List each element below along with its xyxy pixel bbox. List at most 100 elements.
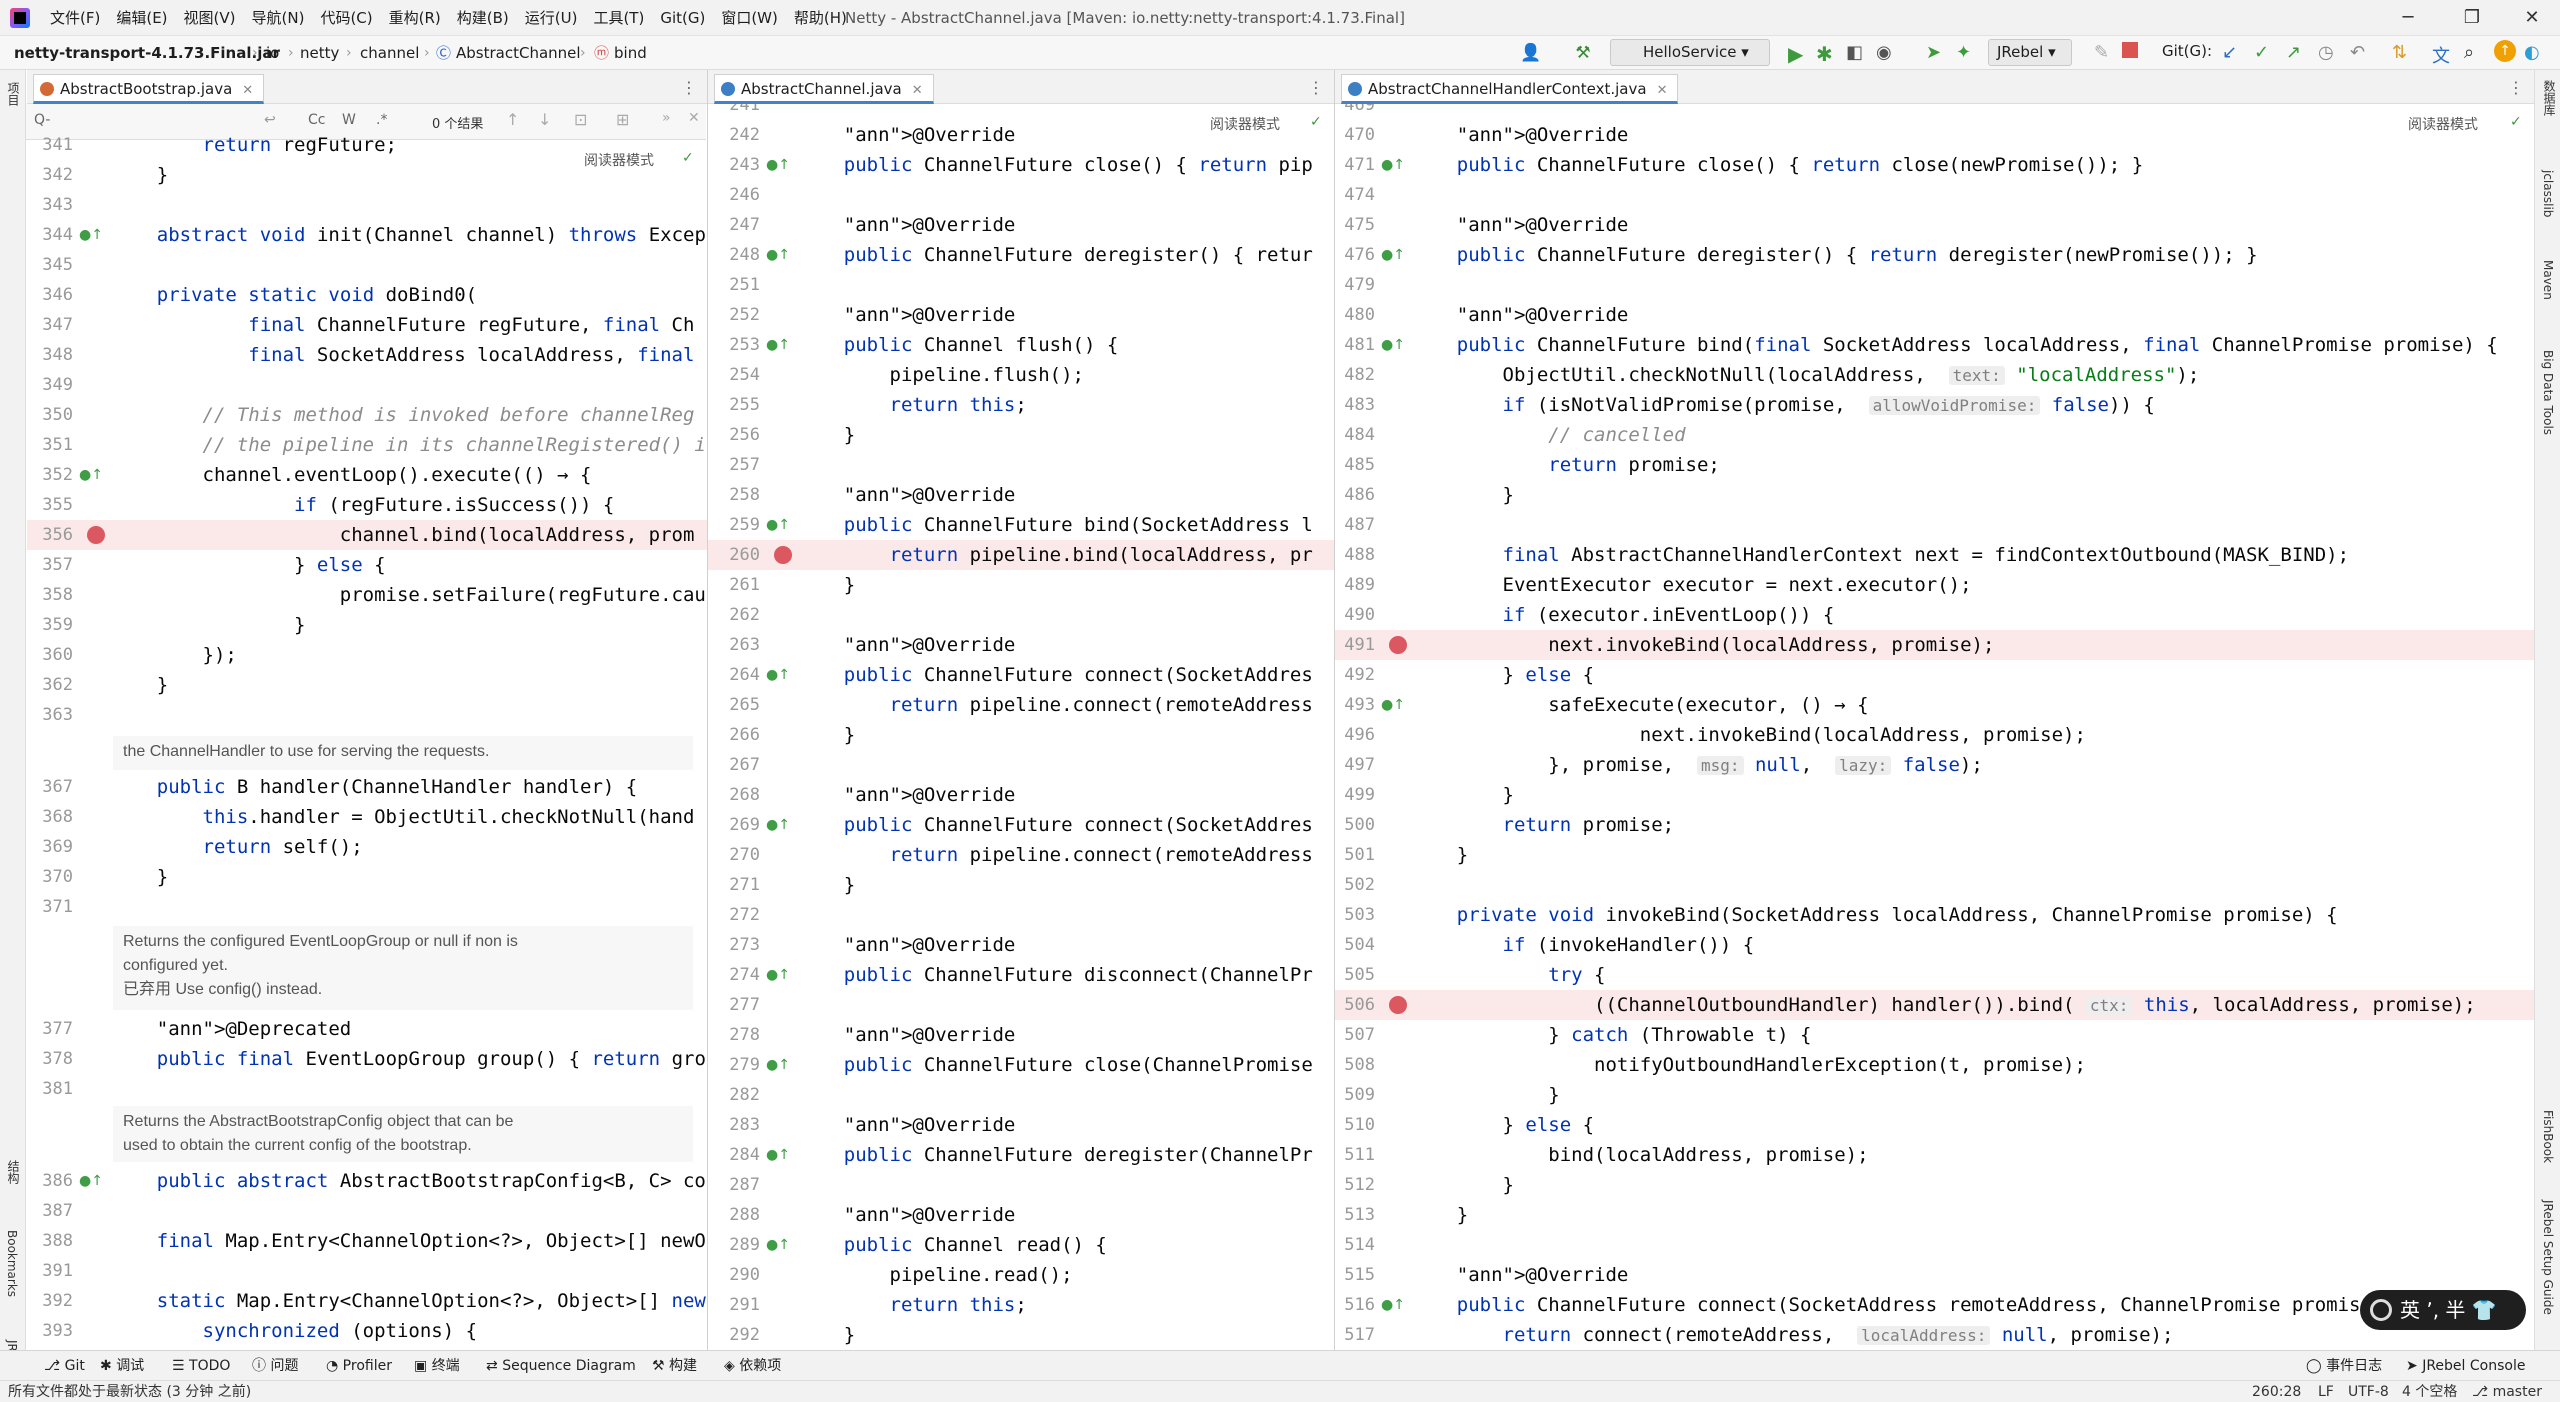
code-line[interactable]: 350 // This method is invoked before cha…	[27, 400, 707, 430]
code-line[interactable]: 342 }	[27, 160, 707, 190]
code-line[interactable]: 391	[27, 1256, 707, 1286]
more-icon[interactable]: ⋮	[2508, 78, 2524, 97]
breadcrumb-class[interactable]: AbstractChannel	[456, 36, 581, 70]
code-line[interactable]: 258 "ann">@Override	[708, 480, 1334, 510]
line-number[interactable]: 391	[27, 1256, 73, 1286]
line-number[interactable]: 274	[708, 960, 760, 990]
project-tool-button[interactable]: 项目	[5, 82, 22, 106]
line-number[interactable]: 282	[708, 1080, 760, 1110]
line-number[interactable]: 265	[708, 690, 760, 720]
code-line[interactable]: 251	[708, 270, 1334, 300]
line-number[interactable]: 516	[1335, 1290, 1375, 1320]
line-separator[interactable]: LF	[2318, 1381, 2334, 1402]
git-push-icon[interactable]: ↗	[2286, 42, 2301, 63]
line-number[interactable]: 246	[708, 180, 760, 210]
tab-abstract-channel[interactable]: AbstractChannel.java ✕	[714, 74, 934, 104]
code-line[interactable]: 490 if (executor.inEventLoop()) {	[1335, 600, 2534, 630]
code-line[interactable]: 482 ObjectUtil.checkNotNull(localAddress…	[1335, 360, 2534, 390]
code-line[interactable]: 292 }	[708, 1320, 1334, 1350]
minimize-icon[interactable]: ─	[2380, 0, 2436, 36]
code-line[interactable]: 496 next.invokeBind(localAddress, promis…	[1335, 720, 2534, 750]
code-line[interactable]: 283 "ann">@Override	[708, 1110, 1334, 1140]
code-line[interactable]: 388 final Map.Entry<ChannelOption<?>, Ob…	[27, 1226, 707, 1256]
breadcrumb-method[interactable]: bind	[614, 36, 647, 70]
line-number[interactable]: 348	[27, 340, 73, 370]
line-number[interactable]: 501	[1335, 840, 1375, 870]
menu-window[interactable]: 窗口(W)	[713, 0, 786, 36]
code-line[interactable]: 346 private static void doBind0(	[27, 280, 707, 310]
caret-position[interactable]: 260:28	[2252, 1381, 2301, 1402]
code-line[interactable]: 363	[27, 700, 707, 730]
line-number[interactable]: 490	[1335, 600, 1375, 630]
code-editor-middle[interactable]: 241 242 "ann">@Override 243 public Channel…	[708, 104, 1334, 1350]
line-number[interactable]: 514	[1335, 1230, 1375, 1260]
restore-icon[interactable]: ❐	[2444, 0, 2500, 36]
code-line[interactable]: 381	[27, 1074, 707, 1104]
code-line[interactable]: 501 }	[1335, 840, 2534, 870]
breakpoint-icon[interactable]	[1389, 996, 1407, 1014]
jrebel-debug-icon[interactable]: ✦	[1956, 42, 1971, 63]
code-line[interactable]: 367 public B handler(ChannelHandler hand…	[27, 772, 707, 802]
code-line[interactable]: 392 static Map.Entry<ChannelOption<?>, O…	[27, 1286, 707, 1316]
code-line[interactable]: 505 try {	[1335, 960, 2534, 990]
line-number[interactable]: 484	[1335, 420, 1375, 450]
line-number[interactable]: 368	[27, 802, 73, 832]
line-number[interactable]: 481	[1335, 330, 1375, 360]
line-number[interactable]: 272	[708, 900, 760, 930]
code-line[interactable]: 267	[708, 750, 1334, 780]
line-number[interactable]: 349	[27, 370, 73, 400]
code-line[interactable]: 252 "ann">@Override	[708, 300, 1334, 330]
menu-file[interactable]: 文件(F)	[42, 0, 108, 36]
close-window-icon[interactable]: ✕	[2504, 0, 2560, 36]
line-number[interactable]: 475	[1335, 210, 1375, 240]
code-line[interactable]: 265 return pipeline.connect(remoteAddres…	[708, 690, 1334, 720]
menu-refactor[interactable]: 重构(R)	[381, 0, 449, 36]
git-commit-icon[interactable]: ✓	[2254, 42, 2269, 63]
line-number[interactable]: 381	[27, 1074, 73, 1104]
line-number[interactable]: 243	[708, 150, 760, 180]
line-number[interactable]: 517	[1335, 1320, 1375, 1350]
jclasslib-tool-button[interactable]: jclasslib	[2541, 170, 2555, 217]
line-number[interactable]: 242	[708, 120, 760, 150]
override-icon[interactable]: ●↑	[79, 227, 103, 243]
line-number[interactable]: 377	[27, 1014, 73, 1044]
breakpoint-icon[interactable]	[87, 526, 105, 544]
code-line[interactable]: 348 final SocketAddress localAddress, fi…	[27, 340, 707, 370]
code-line[interactable]: 263 "ann">@Override	[708, 630, 1334, 660]
breakpoint-icon[interactable]	[774, 546, 792, 564]
line-number[interactable]: 346	[27, 280, 73, 310]
override-icon[interactable]: ●↑	[766, 247, 790, 263]
git-branch[interactable]: ⎇ master	[2472, 1381, 2542, 1402]
code-line[interactable]: 243 public ChannelFuture close() { retur…	[708, 150, 1334, 180]
line-number[interactable]: 486	[1335, 480, 1375, 510]
code-line[interactable]: 355 if (regFuture.isSuccess()) {	[27, 490, 707, 520]
debug-icon[interactable]: ✱	[1816, 42, 1833, 66]
line-number[interactable]: 489	[1335, 570, 1375, 600]
code-line[interactable]: 493 safeExecute(executor, () → {●↑	[1335, 690, 2534, 720]
line-number[interactable]: 292	[708, 1320, 760, 1350]
code-line[interactable]: 479	[1335, 270, 2534, 300]
code-line[interactable]: 500 return promise;	[1335, 810, 2534, 840]
line-number[interactable]: 344	[27, 220, 73, 250]
hammer-icon[interactable]: ⚒	[1572, 42, 1594, 64]
menu-tools[interactable]: 工具(T)	[585, 0, 652, 36]
code-line[interactable]: 503 private void invokeBind(SocketAddres…	[1335, 900, 2534, 930]
line-number[interactable]: 351	[27, 430, 73, 460]
code-line[interactable]: 257	[708, 450, 1334, 480]
line-number[interactable]: 262	[708, 600, 760, 630]
prev-match-icon[interactable]: ↑	[506, 110, 519, 129]
file-encoding[interactable]: UTF-8	[2348, 1381, 2389, 1402]
line-number[interactable]: 512	[1335, 1170, 1375, 1200]
line-number[interactable]: 270	[708, 840, 760, 870]
line-number[interactable]: 488	[1335, 540, 1375, 570]
code-line[interactable]: 341 return regFuture;	[27, 130, 707, 160]
menu-run[interactable]: 运行(U)	[517, 0, 586, 36]
code-line[interactable]: 277	[708, 990, 1334, 1020]
line-number[interactable]: 267	[708, 750, 760, 780]
line-number[interactable]: 268	[708, 780, 760, 810]
code-line[interactable]: 271 }	[708, 870, 1334, 900]
tool-profiler[interactable]: ◔ Profiler	[326, 1351, 392, 1381]
tool-event-log[interactable]: ◯ 事件日志	[2306, 1351, 2382, 1381]
line-number[interactable]: 393	[27, 1316, 73, 1346]
line-number[interactable]: 492	[1335, 660, 1375, 690]
